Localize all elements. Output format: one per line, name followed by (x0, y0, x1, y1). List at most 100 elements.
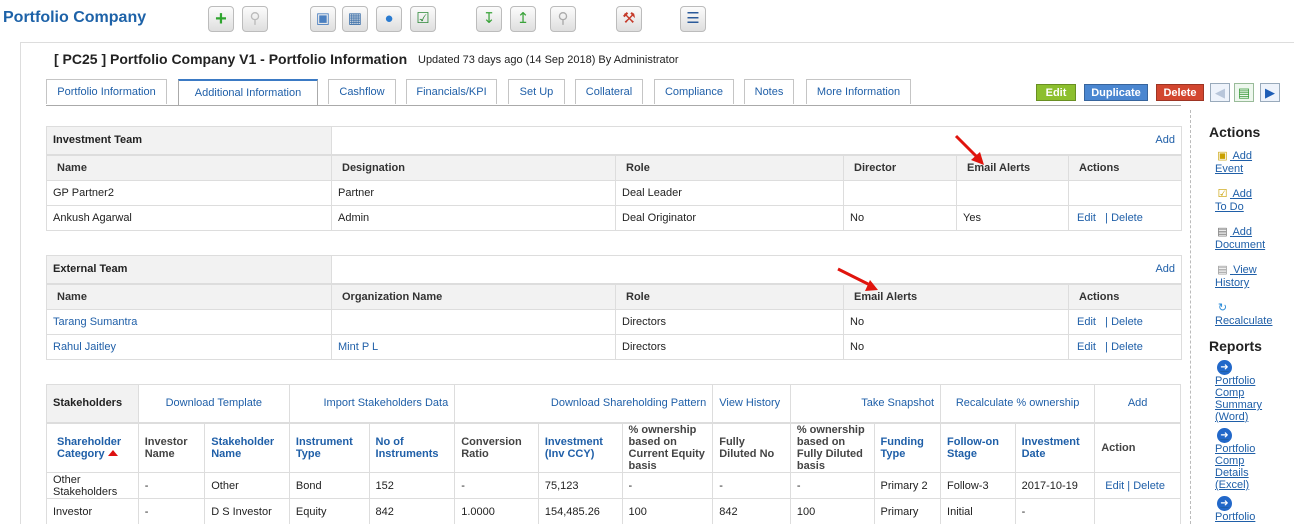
cell-category: Other Stakeholders (46, 472, 139, 499)
view-history-link[interactable]: View History (719, 397, 780, 409)
tab-portfolio-information[interactable]: Portfolio Information (46, 79, 167, 104)
cell-date: 2017-10-19 (1014, 472, 1096, 499)
export-icon[interactable]: ↧ (476, 6, 502, 32)
table-row: Ankush Agarwal Admin Deal Originator No … (46, 205, 1182, 231)
column-header: Fully Diluted No (712, 422, 791, 473)
chat-icon[interactable]: ● (376, 6, 402, 32)
recalculate-ownership-link[interactable]: Recalculate % ownership (956, 397, 1080, 409)
tab-more-information[interactable]: More Information (806, 79, 911, 104)
tab-notes[interactable]: Notes (744, 79, 794, 104)
spreadsheet-icon[interactable]: ▤ (1234, 83, 1254, 102)
add-document-link[interactable]: ▤ Add Document (1215, 226, 1275, 252)
table-row: Tarang Sumantra Directors No Edit | Dele… (46, 309, 1183, 335)
cell-name: GP Partner2 (46, 180, 332, 206)
cell-director (843, 180, 957, 206)
search-icon[interactable]: ⚲ (242, 6, 268, 32)
column-header-sortable[interactable]: Shareholder Category (46, 422, 139, 473)
cell-role: Deal Originator (615, 205, 844, 231)
column-header: Director (843, 154, 957, 181)
next-icon[interactable]: ▶ (1260, 83, 1280, 102)
edit-link[interactable]: Edit (1077, 212, 1096, 224)
cell-fully-diluted: 842 (712, 498, 791, 524)
cell-fully-diluted: - (712, 472, 791, 499)
edit-button[interactable]: Edit (1036, 84, 1076, 101)
column-header-sortable[interactable]: Funding Type (873, 422, 942, 473)
cell-stage: Initial (940, 498, 1016, 524)
edit-link[interactable]: Edit (1105, 480, 1124, 492)
cell-role: Deal Leader (615, 180, 844, 206)
calculator-icon[interactable]: ▦ (342, 6, 368, 32)
report-icon[interactable]: ☰ (680, 6, 706, 32)
cell-designation: Partner (331, 180, 616, 206)
column-header: Conversion Ratio (454, 422, 539, 473)
add-icon[interactable]: + (208, 6, 234, 32)
cell-funding: Primary 2 (873, 472, 942, 499)
cell-category: Investor (46, 498, 139, 524)
delete-link[interactable]: Delete (1111, 212, 1143, 224)
stakeholders-add-link[interactable]: Add (1128, 397, 1148, 409)
external-team-add-link[interactable]: Add (1155, 263, 1175, 275)
cell-designation: Admin (331, 205, 616, 231)
window-icon[interactable]: ▣ (310, 6, 336, 32)
contact-link[interactable]: Tarang Sumantra (53, 316, 137, 328)
tab-financials-kpi[interactable]: Financials/KPI (406, 79, 497, 104)
column-header-sortable[interactable]: Stakeholder Name (204, 422, 290, 473)
tab-set-up[interactable]: Set Up (508, 79, 565, 104)
column-header-sortable[interactable]: Investment Date (1014, 422, 1096, 473)
app-title: Portfolio Company (3, 9, 147, 26)
updated-info: Updated 73 days ago (14 Sep 2018) By Adm… (418, 54, 679, 66)
report-details-excel-link[interactable]: ➜ Portfolio Comp Details (Excel) (1215, 428, 1267, 491)
column-header-sortable[interactable]: Investment (Inv CCY) (537, 422, 623, 473)
recalculate-link[interactable]: ↻ Recalculate (1215, 302, 1275, 328)
preview-icon[interactable]: ⚲ (550, 6, 576, 32)
edit-link[interactable]: Edit (1077, 341, 1096, 353)
delete-link[interactable]: Delete (1111, 316, 1143, 328)
add-todo-link[interactable]: ☑ Add To Do (1215, 188, 1275, 214)
tab-additional-information[interactable]: Additional Information (178, 79, 318, 106)
cell-instrument: Bond (288, 472, 370, 499)
clipboard-icon[interactable]: ☑ (410, 6, 436, 32)
arrow-right-icon: ➜ (1217, 428, 1232, 443)
cell-stakeholder: D S Investor (204, 498, 290, 524)
report-summary-word-link[interactable]: ➜ Portfolio Comp Summary (Word) (1215, 360, 1267, 423)
todo-icon: ☑ (1217, 188, 1228, 200)
document-icon: ▤ (1217, 226, 1228, 238)
cell-stakeholder: Other (204, 472, 290, 499)
tab-collateral[interactable]: Collateral (575, 79, 643, 104)
tools-icon[interactable]: ⚒ (616, 6, 642, 32)
external-team-table: External Team Add Name Organization Name… (46, 255, 1183, 360)
download-shareholding-link[interactable]: Download Shareholding Pattern (551, 397, 706, 409)
import-icon[interactable]: ↥ (510, 6, 536, 32)
column-header-sortable[interactable]: Instrument Type (288, 422, 370, 473)
investment-team-add-link[interactable]: Add (1155, 134, 1175, 146)
import-stakeholders-link[interactable]: Import Stakeholders Data (323, 397, 448, 409)
duplicate-button[interactable]: Duplicate (1084, 84, 1148, 101)
column-header: Designation (331, 154, 616, 181)
investment-team-table: Investment Team Add Name Designation Rol… (46, 126, 1182, 231)
edit-link[interactable]: Edit (1077, 316, 1096, 328)
delete-button[interactable]: Delete (1156, 84, 1204, 101)
cell-action (1094, 498, 1181, 524)
delete-link[interactable]: Delete (1133, 480, 1165, 492)
take-snapshot-link[interactable]: Take Snapshot (861, 397, 934, 409)
download-template-link[interactable]: Download Template (166, 397, 262, 409)
refresh-icon: ↻ (1217, 302, 1228, 314)
cell-email-alerts (956, 180, 1069, 206)
contact-link[interactable]: Rahul Jaitley (53, 341, 116, 353)
view-history-action[interactable]: ▤ View History (1215, 264, 1275, 290)
cell-own-fully: 100 (789, 498, 875, 524)
tab-cashflow[interactable]: Cashflow (328, 79, 396, 104)
cell-email-alerts: No (843, 334, 1069, 360)
cell-stage: Follow-3 (940, 472, 1016, 499)
column-header-sortable[interactable]: Follow-on Stage (940, 422, 1016, 473)
cell-instrument: Equity (288, 498, 370, 524)
delete-link[interactable]: Delete (1111, 341, 1143, 353)
cell-own-current: 100 (621, 498, 714, 524)
add-event-link[interactable]: ▣ Add Event (1215, 150, 1275, 176)
report-portfolio-link[interactable]: ➜ Portfolio (1215, 496, 1267, 523)
organization-link[interactable]: Mint P L (338, 341, 378, 353)
tab-compliance[interactable]: Compliance (654, 79, 734, 104)
column-header-sortable[interactable]: No of Instruments (368, 422, 456, 473)
reports-heading: Reports (1209, 338, 1262, 354)
previous-icon[interactable]: ◀ (1210, 83, 1230, 102)
